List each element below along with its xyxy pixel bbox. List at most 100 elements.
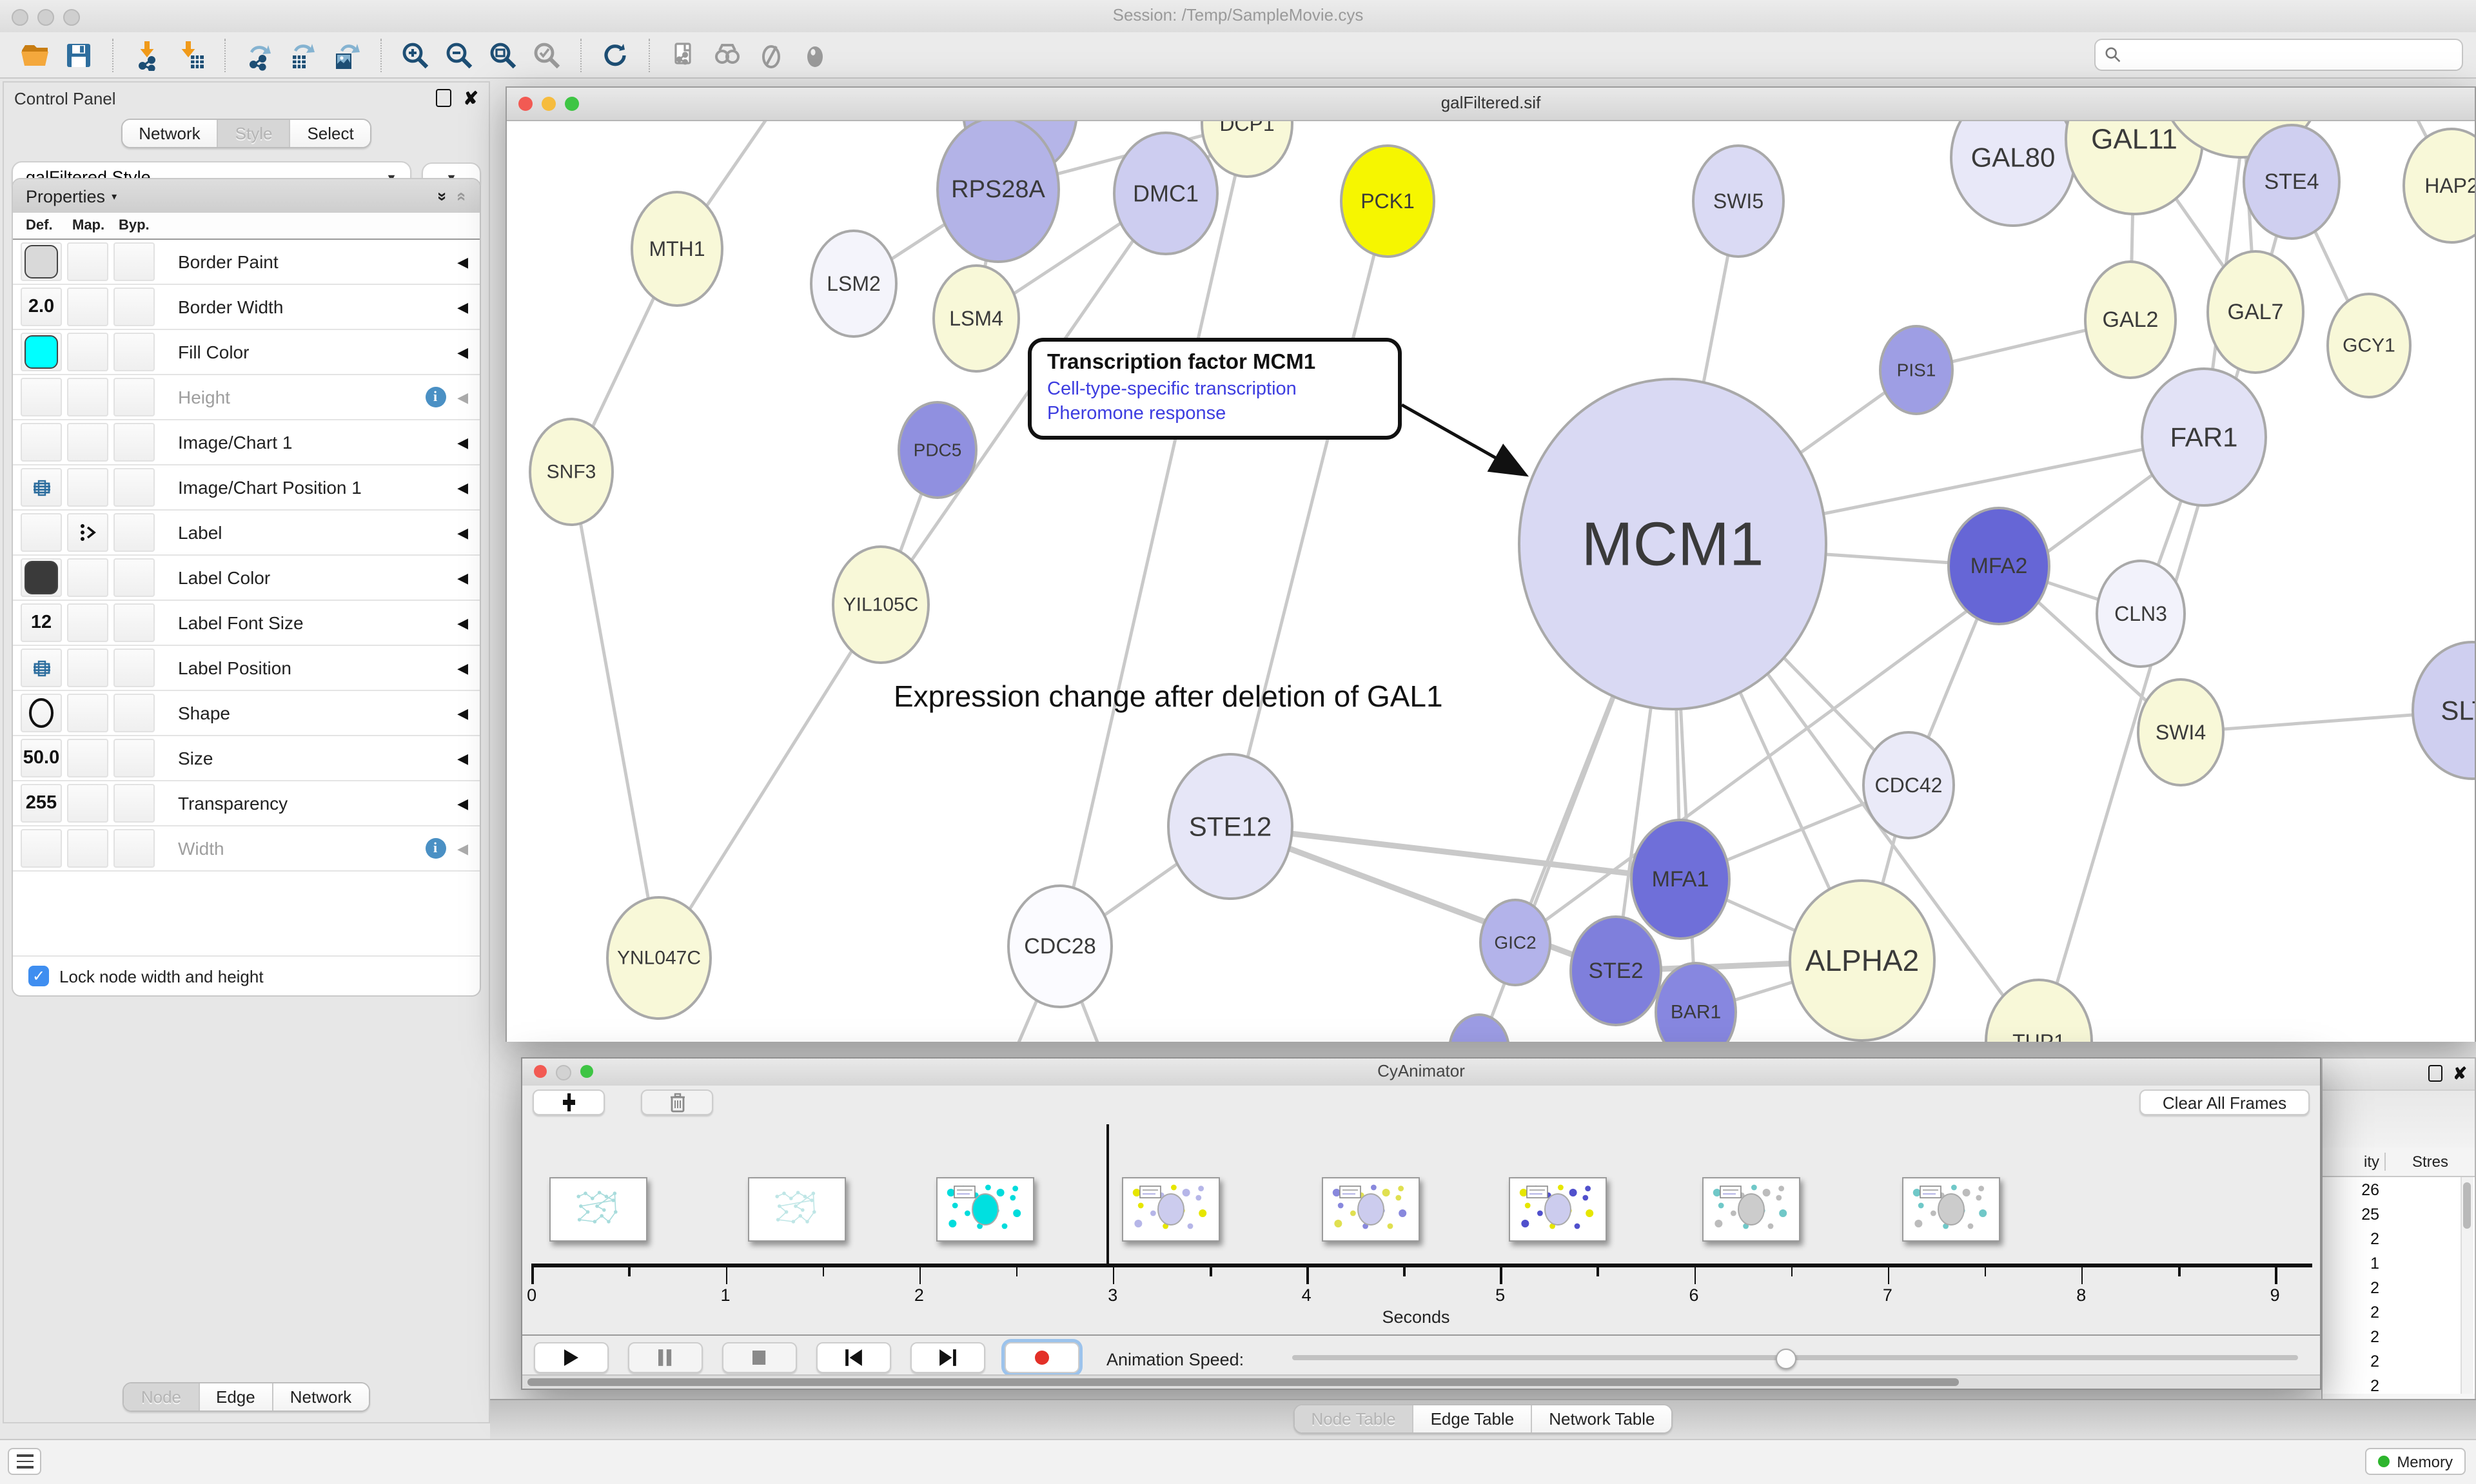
mapping-cell[interactable] [67,513,108,552]
panel-menu-button[interactable] [8,1448,41,1475]
expand-all-icon[interactable]: » [433,191,452,200]
hide-details-icon[interactable] [752,35,791,74]
network-node-swi4[interactable]: SWI4 [2138,679,2223,785]
network-node-cdc42[interactable]: CDC42 [1863,732,1954,838]
expand-row-icon[interactable]: ◀ [457,253,468,270]
refresh-layout-icon[interactable] [596,35,634,74]
horizontal-scrollbar[interactable] [522,1374,2320,1389]
expand-row-icon[interactable]: ◀ [457,344,468,360]
network-node-tup1[interactable]: TUP1 [1986,980,2092,1042]
scrollbar-thumb[interactable] [2463,1182,2471,1229]
default-value-cell[interactable]: 12 [21,603,62,642]
default-value-cell[interactable] [21,423,62,462]
animation-frame-thumbnail-7[interactable] [1902,1177,2000,1242]
mapping-cell[interactable] [67,784,108,823]
info-icon[interactable]: i [425,387,446,407]
network-node-alpha2[interactable]: ALPHA2 [1790,881,1934,1040]
scrollbar-thumb[interactable] [527,1378,1959,1386]
default-value-cell[interactable] [21,333,62,371]
mapping-cell[interactable] [67,694,108,732]
network-node-mfa1[interactable]: MFA1 [1631,820,1729,939]
animation-frame-thumbnail-3[interactable] [1122,1177,1220,1242]
expand-row-icon[interactable]: ◀ [457,750,468,766]
default-value-cell[interactable]: 255 [21,784,62,823]
network-node-lsm4[interactable]: LSM4 [934,266,1019,371]
default-value-cell[interactable]: 50.0 [21,739,62,777]
network-edge[interactable] [1230,201,1388,826]
default-value-cell[interactable] [21,242,62,281]
network-node-hap2[interactable]: HAP2 [2404,129,2475,242]
expand-row-icon[interactable]: ◀ [457,389,468,405]
mapping-cell[interactable] [67,242,108,281]
mapping-cell[interactable] [67,649,108,687]
network-node-gal11[interactable]: GAL11 [2066,121,2203,214]
bypass-cell[interactable] [113,423,155,462]
animation-frame-thumbnail-4[interactable] [1322,1177,1420,1242]
zoom-fit-icon[interactable] [484,35,522,74]
expand-row-icon[interactable]: ◀ [457,569,468,586]
expand-row-icon[interactable]: ◀ [457,705,468,721]
skip-end-button[interactable] [910,1342,985,1373]
close-panel-icon[interactable]: ✘ [464,90,478,106]
network-edge[interactable] [659,605,881,958]
play-button[interactable] [534,1342,609,1373]
tab-edge-table[interactable]: Edge Table [1413,1405,1531,1432]
mapping-cell[interactable] [67,423,108,462]
bypass-cell[interactable] [113,513,155,552]
bypass-cell[interactable] [113,242,155,281]
lock-size-checkbox[interactable]: ✓ [28,966,49,986]
expand-row-icon[interactable]: ◀ [457,479,468,496]
tab-select[interactable]: Select [289,120,370,147]
animation-timeline[interactable]: Seconds 0123456789 [522,1119,2320,1334]
network-node-gal2[interactable]: GAL2 [2085,262,2176,378]
open-session-icon[interactable] [15,35,54,74]
network-node-ste4[interactable]: STE4 [2244,125,2339,239]
network-node-swi5[interactable]: SWI5 [1693,146,1783,257]
network-node-dcp1[interactable]: DCP1 [1202,121,1292,177]
record-button[interactable] [1005,1342,1079,1373]
table-row[interactable]: 25 [2323,1202,2475,1226]
bypass-cell[interactable] [113,649,155,687]
add-frame-button[interactable] [533,1089,605,1115]
collapse-all-icon[interactable]: « [453,191,472,200]
network-node-ste12[interactable]: STE12 [1168,754,1292,899]
annotation-link[interactable]: Pheromone response [1047,404,1382,424]
network-node-rps28a[interactable]: RPS28A [938,121,1059,262]
network-node-purpbottom[interactable] [1449,1015,1509,1042]
search-box[interactable] [2094,39,2463,71]
tab-network-table[interactable]: Network Table [1531,1405,1671,1432]
network-node-ste2[interactable]: STE2 [1571,917,1661,1025]
close-panel-icon[interactable]: ✘ [2453,1067,2467,1080]
expand-row-icon[interactable]: ◀ [457,524,468,541]
tab-node-table[interactable]: Node Table [1294,1405,1412,1432]
network-node-mth1[interactable]: MTH1 [632,192,722,306]
property-row-label-color[interactable]: Label Color◀ [13,556,480,601]
default-value-cell[interactable]: 2.0 [21,288,62,326]
vertical-scrollbar[interactable] [2461,1177,2473,1394]
float-panel-icon[interactable] [437,89,452,107]
mapping-cell[interactable] [67,288,108,326]
property-row-border-width[interactable]: 2.0Border Width◀ [13,285,480,330]
bypass-cell[interactable] [113,288,155,326]
zoom-out-icon[interactable] [440,35,478,74]
pause-button[interactable] [628,1342,703,1373]
default-value-cell[interactable] [21,649,62,687]
animation-frame-thumbnail-5[interactable] [1509,1177,1607,1242]
mcm1-annotation-box[interactable]: Transcription factor MCM1 Cell-type-spec… [1028,338,1402,440]
expand-row-icon[interactable]: ◀ [457,795,468,812]
network-node-gal7[interactable]: GAL7 [2208,251,2303,373]
bypass-cell[interactable] [113,468,155,507]
timeline-playhead[interactable] [1106,1124,1108,1266]
zoom-in-icon[interactable] [396,35,435,74]
tab-node[interactable]: Node [124,1383,198,1411]
export-image-icon[interactable] [328,35,366,74]
network-node-dmc1[interactable]: DMC1 [1114,133,1217,254]
export-table-icon[interactable] [284,35,322,74]
bypass-cell[interactable] [113,333,155,371]
save-session-icon[interactable] [59,35,98,74]
default-value-cell[interactable] [21,378,62,416]
property-row-size[interactable]: 50.0Size◀ [13,736,480,781]
export-network-icon[interactable] [240,35,279,74]
property-row-image-chart-1[interactable]: Image/Chart 1◀ [13,420,480,465]
lock-size-row[interactable]: ✓ Lock node width and height [13,955,480,995]
